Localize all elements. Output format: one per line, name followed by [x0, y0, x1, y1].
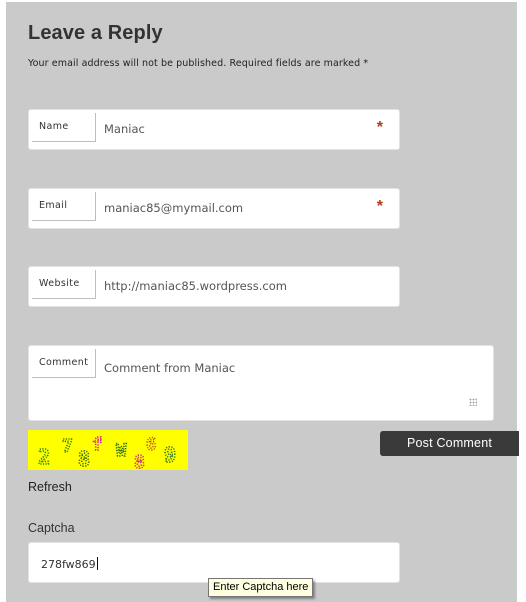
- reply-heading: Leave a Reply: [28, 22, 163, 44]
- captcha-glyph: 6: [146, 435, 156, 455]
- text-caret: [96, 557, 98, 570]
- email-input[interactable]: maniac85@mymail.com: [104, 201, 243, 215]
- captcha-input[interactable]: 278fw869: [41, 557, 98, 571]
- name-label: Name: [32, 113, 96, 142]
- captcha-glyphs: 2 7 8 f W 8 6 9: [37, 434, 177, 470]
- captcha-label: Captcha: [28, 521, 75, 535]
- captcha-glyph: W: [116, 441, 127, 461]
- email-required-mark: *: [376, 198, 383, 215]
- captcha-glyph: 7: [62, 436, 73, 457]
- resize-grip-icon[interactable]: [469, 398, 477, 406]
- captcha-glyph: 2: [38, 445, 50, 469]
- email-field[interactable]: Email maniac85@mymail.com *: [28, 188, 400, 229]
- email-label: Email: [32, 192, 96, 221]
- comment-field[interactable]: Comment Comment from Maniac: [28, 345, 494, 421]
- captcha-glyph: f: [92, 435, 102, 455]
- comment-label: Comment: [32, 349, 96, 378]
- comment-textarea[interactable]: Comment from Maniac: [104, 361, 235, 375]
- name-field[interactable]: Name Maniac *: [28, 109, 400, 150]
- captcha-tooltip: Enter Captcha here: [208, 578, 314, 597]
- website-input[interactable]: http://maniac85.wordpress.com: [104, 279, 287, 293]
- captcha-glyph: 9: [164, 443, 176, 467]
- name-required-mark: *: [376, 119, 383, 136]
- website-label: Website: [32, 270, 96, 299]
- required-fields-notice: Your email address will not be published…: [28, 58, 369, 69]
- post-comment-button[interactable]: Post Comment: [380, 431, 519, 456]
- captcha-input-text: 278fw869: [41, 558, 96, 571]
- captcha-refresh-link[interactable]: Refresh: [28, 480, 72, 494]
- captcha-field[interactable]: 278fw869: [28, 542, 400, 583]
- captcha-glyph: 8: [78, 447, 90, 470]
- name-input[interactable]: Maniac: [104, 122, 145, 136]
- website-field[interactable]: Website http://maniac85.wordpress.com: [28, 266, 400, 307]
- captcha-glyph: 8: [134, 452, 145, 470]
- captcha-image: 2 7 8 f W 8 6 9: [28, 430, 188, 470]
